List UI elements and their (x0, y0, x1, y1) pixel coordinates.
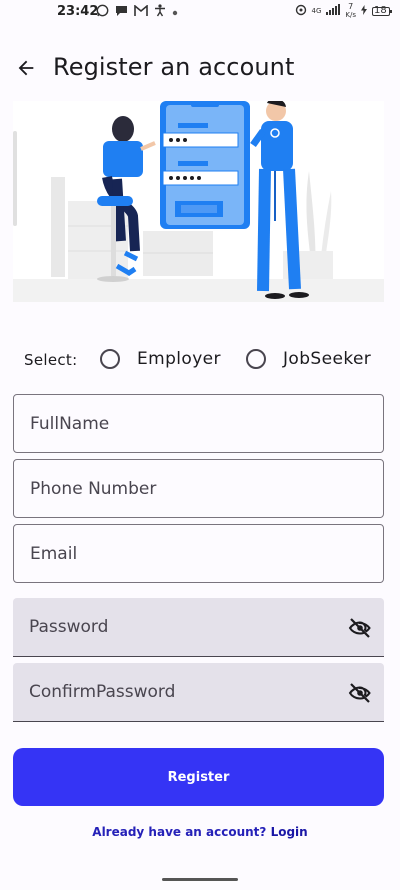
login-prompt-text: Already have an account? (92, 825, 267, 839)
register-button[interactable]: Register (13, 748, 384, 806)
jobseeker-radio-label[interactable]: JobSeeker (283, 349, 371, 369)
arrow-back-icon (18, 60, 34, 76)
status-right-icons: 4G 7 K/s 18 (295, 2, 392, 20)
fullname-input[interactable] (30, 395, 330, 452)
employer-radio-label[interactable]: Employer (137, 349, 221, 369)
phone-field[interactable] (13, 459, 384, 518)
network-speed: 7 K/s (345, 2, 356, 20)
role-selector: Select: Employer JobSeeker (24, 346, 394, 374)
fullname-field[interactable] (13, 394, 384, 453)
whatsapp-icon (96, 4, 109, 20)
gmail-icon (134, 3, 148, 20)
jobseeker-radio[interactable] (246, 349, 266, 369)
page-title: Register an account (53, 53, 295, 81)
login-prompt: Already have an account? Login (0, 825, 400, 839)
status-bar: 23:42 4G 7 K/s 18 (0, 0, 400, 26)
visibility-off-icon (348, 683, 371, 703)
more-notifications-dot-icon (172, 5, 178, 19)
login-link[interactable]: Login (271, 825, 308, 839)
network-rate-unit: K/s (345, 11, 356, 19)
signal-bars-icon (326, 4, 341, 18)
employer-radio[interactable] (100, 349, 120, 369)
accessibility-icon (154, 4, 166, 20)
password-field[interactable] (13, 598, 384, 657)
email-field[interactable] (13, 524, 384, 583)
confirm-password-field[interactable] (13, 663, 384, 722)
notification-icons (96, 3, 178, 20)
home-indicator[interactable] (162, 878, 238, 881)
confirm-password-visibility-toggle[interactable] (348, 681, 372, 705)
charging-icon (361, 4, 367, 18)
password-visibility-toggle[interactable] (348, 616, 372, 640)
select-label: Select: (24, 351, 78, 369)
registration-illustration (13, 101, 384, 302)
battery-level: 18 (374, 4, 387, 16)
email-input[interactable] (30, 525, 330, 582)
confirm-password-input[interactable] (29, 663, 329, 721)
phone-input[interactable] (30, 460, 330, 517)
network-rate: 7 (348, 2, 354, 11)
visibility-off-icon (348, 618, 371, 638)
message-icon (115, 4, 128, 20)
battery-icon: 18 (372, 4, 392, 16)
status-time: 23:42 (57, 4, 99, 19)
hotspot-icon (295, 4, 307, 19)
app-bar: Register an account (0, 44, 400, 94)
signal-label: 4G (311, 7, 322, 15)
back-button[interactable] (12, 54, 40, 82)
password-input[interactable] (29, 598, 329, 656)
